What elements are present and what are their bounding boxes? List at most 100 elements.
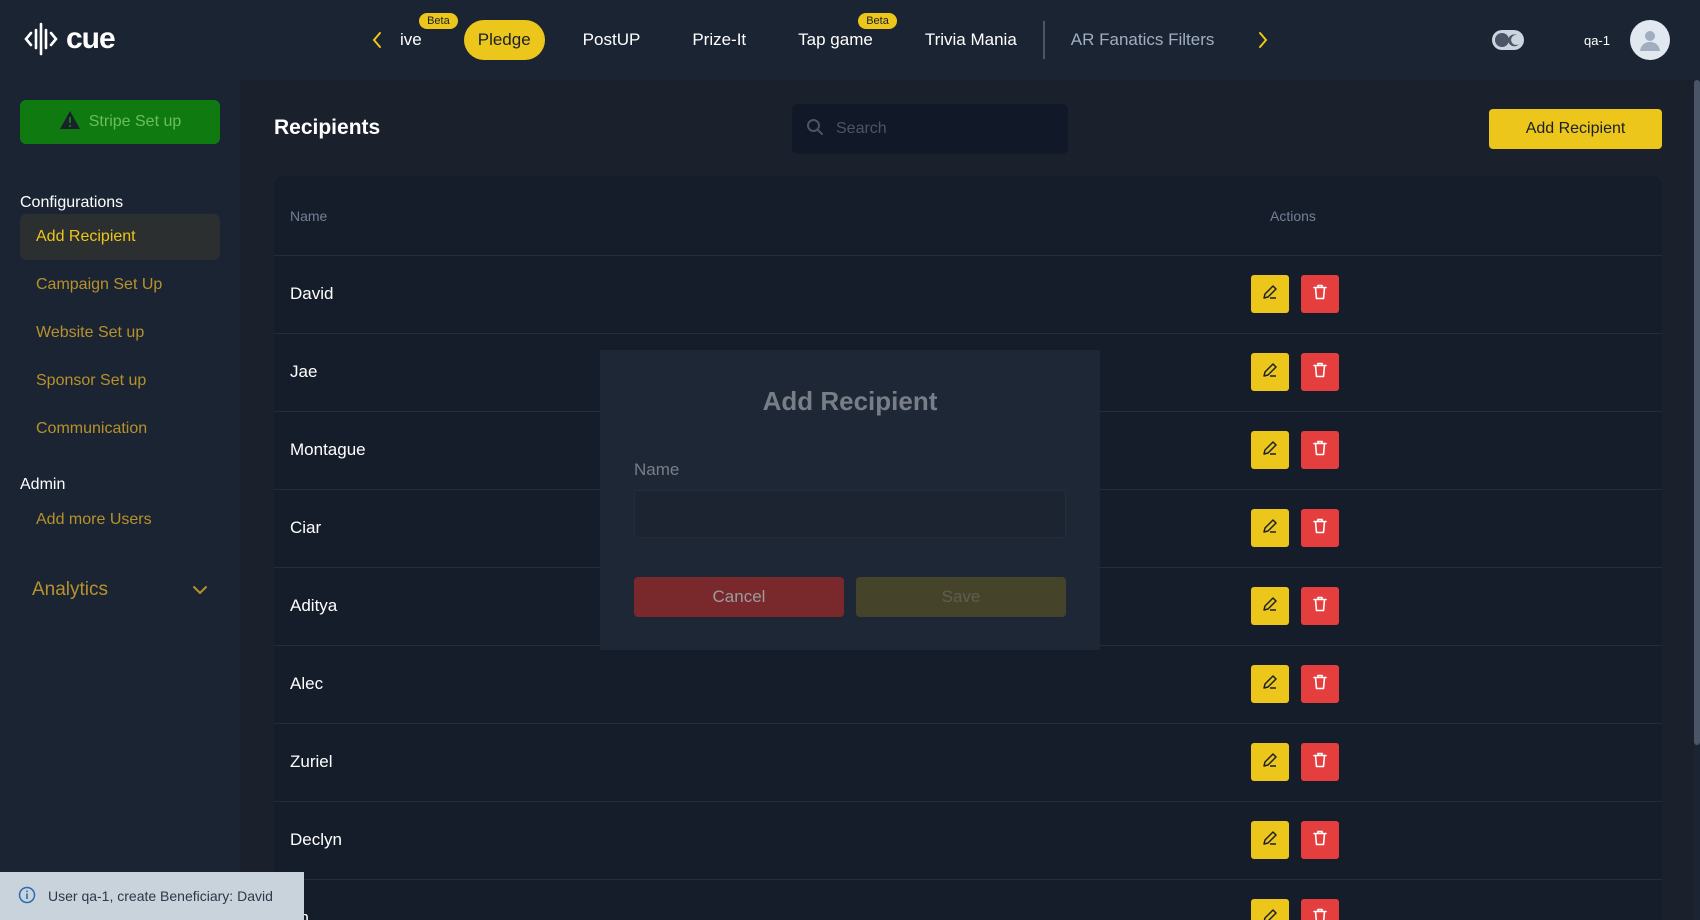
tab-live[interactable]: ive Beta bbox=[392, 13, 458, 60]
sidebar-item-add-recipient[interactable]: Add Recipient bbox=[20, 214, 220, 260]
edit-button[interactable] bbox=[1251, 275, 1289, 313]
tab-trivia-mania[interactable]: Trivia Mania bbox=[911, 20, 1031, 60]
tab-label: Trivia Mania bbox=[924, 30, 1017, 49]
sidebar-item-website-setup[interactable]: Website Set up bbox=[20, 310, 220, 356]
moon-icon bbox=[1506, 32, 1522, 48]
analytics-label: Analytics bbox=[32, 579, 109, 600]
recipient-name: David bbox=[290, 284, 334, 303]
tab-tap-game[interactable]: Tap game Beta bbox=[784, 13, 897, 60]
delete-button[interactable] bbox=[1301, 431, 1339, 469]
warning-icon bbox=[59, 110, 81, 135]
name-field[interactable] bbox=[634, 490, 1066, 538]
stripe-setup-label: Stripe Set up bbox=[88, 113, 182, 130]
sidebar-item-label: Add Recipient bbox=[36, 228, 136, 245]
trash-icon bbox=[1311, 595, 1329, 618]
table-row: David bbox=[274, 256, 1662, 334]
sidebar-item-sponsor-setup[interactable]: Sponsor Set up bbox=[20, 358, 220, 404]
recipient-name: Declyn bbox=[290, 830, 342, 849]
username: qa-1 bbox=[1583, 32, 1610, 48]
tab-label: Prize-It bbox=[692, 30, 747, 49]
edit-button[interactable] bbox=[1251, 353, 1289, 391]
pencil-icon bbox=[1261, 829, 1279, 852]
toast-message: User qa-1, create Beneficiary: David bbox=[48, 888, 273, 904]
delete-button[interactable] bbox=[1301, 899, 1339, 920]
add-recipient-button[interactable]: Add Recipient bbox=[1489, 109, 1662, 149]
chevron-right-icon[interactable] bbox=[1248, 20, 1278, 60]
tab-prize-it[interactable]: Prize-It bbox=[678, 20, 760, 60]
sidebar-item-campaign-setup[interactable]: Campaign Set Up bbox=[20, 262, 220, 308]
app-root: cue ive Beta Pledge PostUP Prize-It Tap … bbox=[0, 0, 1700, 920]
pencil-icon bbox=[1261, 595, 1279, 618]
search-icon bbox=[806, 118, 824, 141]
delete-button[interactable] bbox=[1301, 665, 1339, 703]
top-navbar: cue ive Beta Pledge PostUP Prize-It Tap … bbox=[0, 0, 1700, 80]
tab-pledge[interactable]: Pledge bbox=[463, 20, 545, 60]
avatar[interactable] bbox=[1630, 20, 1670, 60]
recipient-name: Aditya bbox=[290, 596, 338, 615]
delete-button[interactable] bbox=[1301, 509, 1339, 547]
edit-button[interactable] bbox=[1251, 431, 1289, 469]
pencil-icon bbox=[1261, 673, 1279, 696]
sidebar: Stripe Set up Configurations Add Recipie… bbox=[0, 80, 240, 920]
column-header-name: Name bbox=[290, 208, 328, 224]
delete-button[interactable] bbox=[1301, 353, 1339, 391]
tab-ar-fanatics-filters[interactable]: AR Fanatics Filters bbox=[1057, 20, 1229, 60]
table-row: Declyn bbox=[274, 802, 1662, 880]
edit-button[interactable] bbox=[1251, 821, 1289, 859]
edit-button[interactable] bbox=[1251, 587, 1289, 625]
page-scrollbar[interactable] bbox=[1694, 80, 1700, 920]
sidebar-item-label: Communication bbox=[36, 420, 148, 437]
trash-icon bbox=[1311, 829, 1329, 852]
cancel-button[interactable]: Cancel bbox=[634, 577, 844, 617]
sidebar-item-communication[interactable]: Communication bbox=[20, 406, 220, 452]
chevron-left-icon[interactable] bbox=[362, 20, 392, 60]
logo-text: cue bbox=[66, 22, 116, 55]
trash-icon bbox=[1311, 283, 1329, 306]
tab-postup[interactable]: PostUP bbox=[569, 20, 655, 60]
tab-divider bbox=[1042, 21, 1045, 59]
scrollbar-thumb[interactable] bbox=[1694, 80, 1700, 745]
column-header-actions: Actions bbox=[1270, 208, 1316, 224]
delete-button[interactable] bbox=[1301, 587, 1339, 625]
page-title: Recipients bbox=[274, 116, 381, 139]
sidebar-item-label: Campaign Set Up bbox=[36, 276, 163, 293]
sidebar-item-label: Add more Users bbox=[36, 511, 152, 528]
name-field-label: Name bbox=[634, 460, 680, 479]
configurations-heading: Configurations bbox=[20, 194, 124, 211]
tab-label: Pledge bbox=[477, 30, 531, 49]
beta-badge: Beta bbox=[858, 13, 897, 29]
analytics-dropdown[interactable]: Analytics bbox=[20, 565, 220, 615]
theme-toggle[interactable] bbox=[1491, 30, 1524, 50]
trash-icon bbox=[1311, 517, 1329, 540]
delete-button[interactable] bbox=[1301, 821, 1339, 859]
delete-button[interactable] bbox=[1301, 743, 1339, 781]
search-input[interactable] bbox=[836, 120, 1036, 138]
admin-heading: Admin bbox=[20, 476, 66, 493]
trash-icon bbox=[1311, 907, 1329, 920]
table-row: an bbox=[274, 880, 1662, 920]
edit-button[interactable] bbox=[1251, 509, 1289, 547]
chevron-down-icon bbox=[192, 579, 208, 601]
recipient-name: Jae bbox=[290, 362, 318, 381]
sidebar-item-add-more-users[interactable]: Add more Users bbox=[20, 497, 220, 543]
pencil-icon bbox=[1261, 439, 1279, 462]
logo[interactable]: cue bbox=[24, 22, 116, 56]
user-icon bbox=[1640, 31, 1660, 51]
modal-title: Add Recipient bbox=[762, 386, 938, 416]
table-row: Zuriel bbox=[274, 724, 1662, 802]
stripe-setup-button[interactable]: Stripe Set up bbox=[20, 100, 220, 144]
save-button[interactable]: Save bbox=[856, 577, 1066, 617]
tab-label: ive bbox=[400, 30, 422, 49]
search-box[interactable] bbox=[792, 104, 1068, 154]
pencil-icon bbox=[1261, 907, 1279, 920]
edit-button[interactable] bbox=[1251, 665, 1289, 703]
delete-button[interactable] bbox=[1301, 275, 1339, 313]
sidebar-item-label: Website Set up bbox=[36, 324, 145, 341]
edit-button[interactable] bbox=[1251, 743, 1289, 781]
pencil-icon bbox=[1261, 361, 1279, 384]
tab-label: AR Fanatics Filters bbox=[1070, 30, 1215, 49]
recipient-name: Zuriel bbox=[290, 752, 333, 771]
edit-button[interactable] bbox=[1251, 899, 1289, 920]
info-icon bbox=[18, 886, 36, 907]
table-header: Name Actions bbox=[274, 176, 1662, 256]
